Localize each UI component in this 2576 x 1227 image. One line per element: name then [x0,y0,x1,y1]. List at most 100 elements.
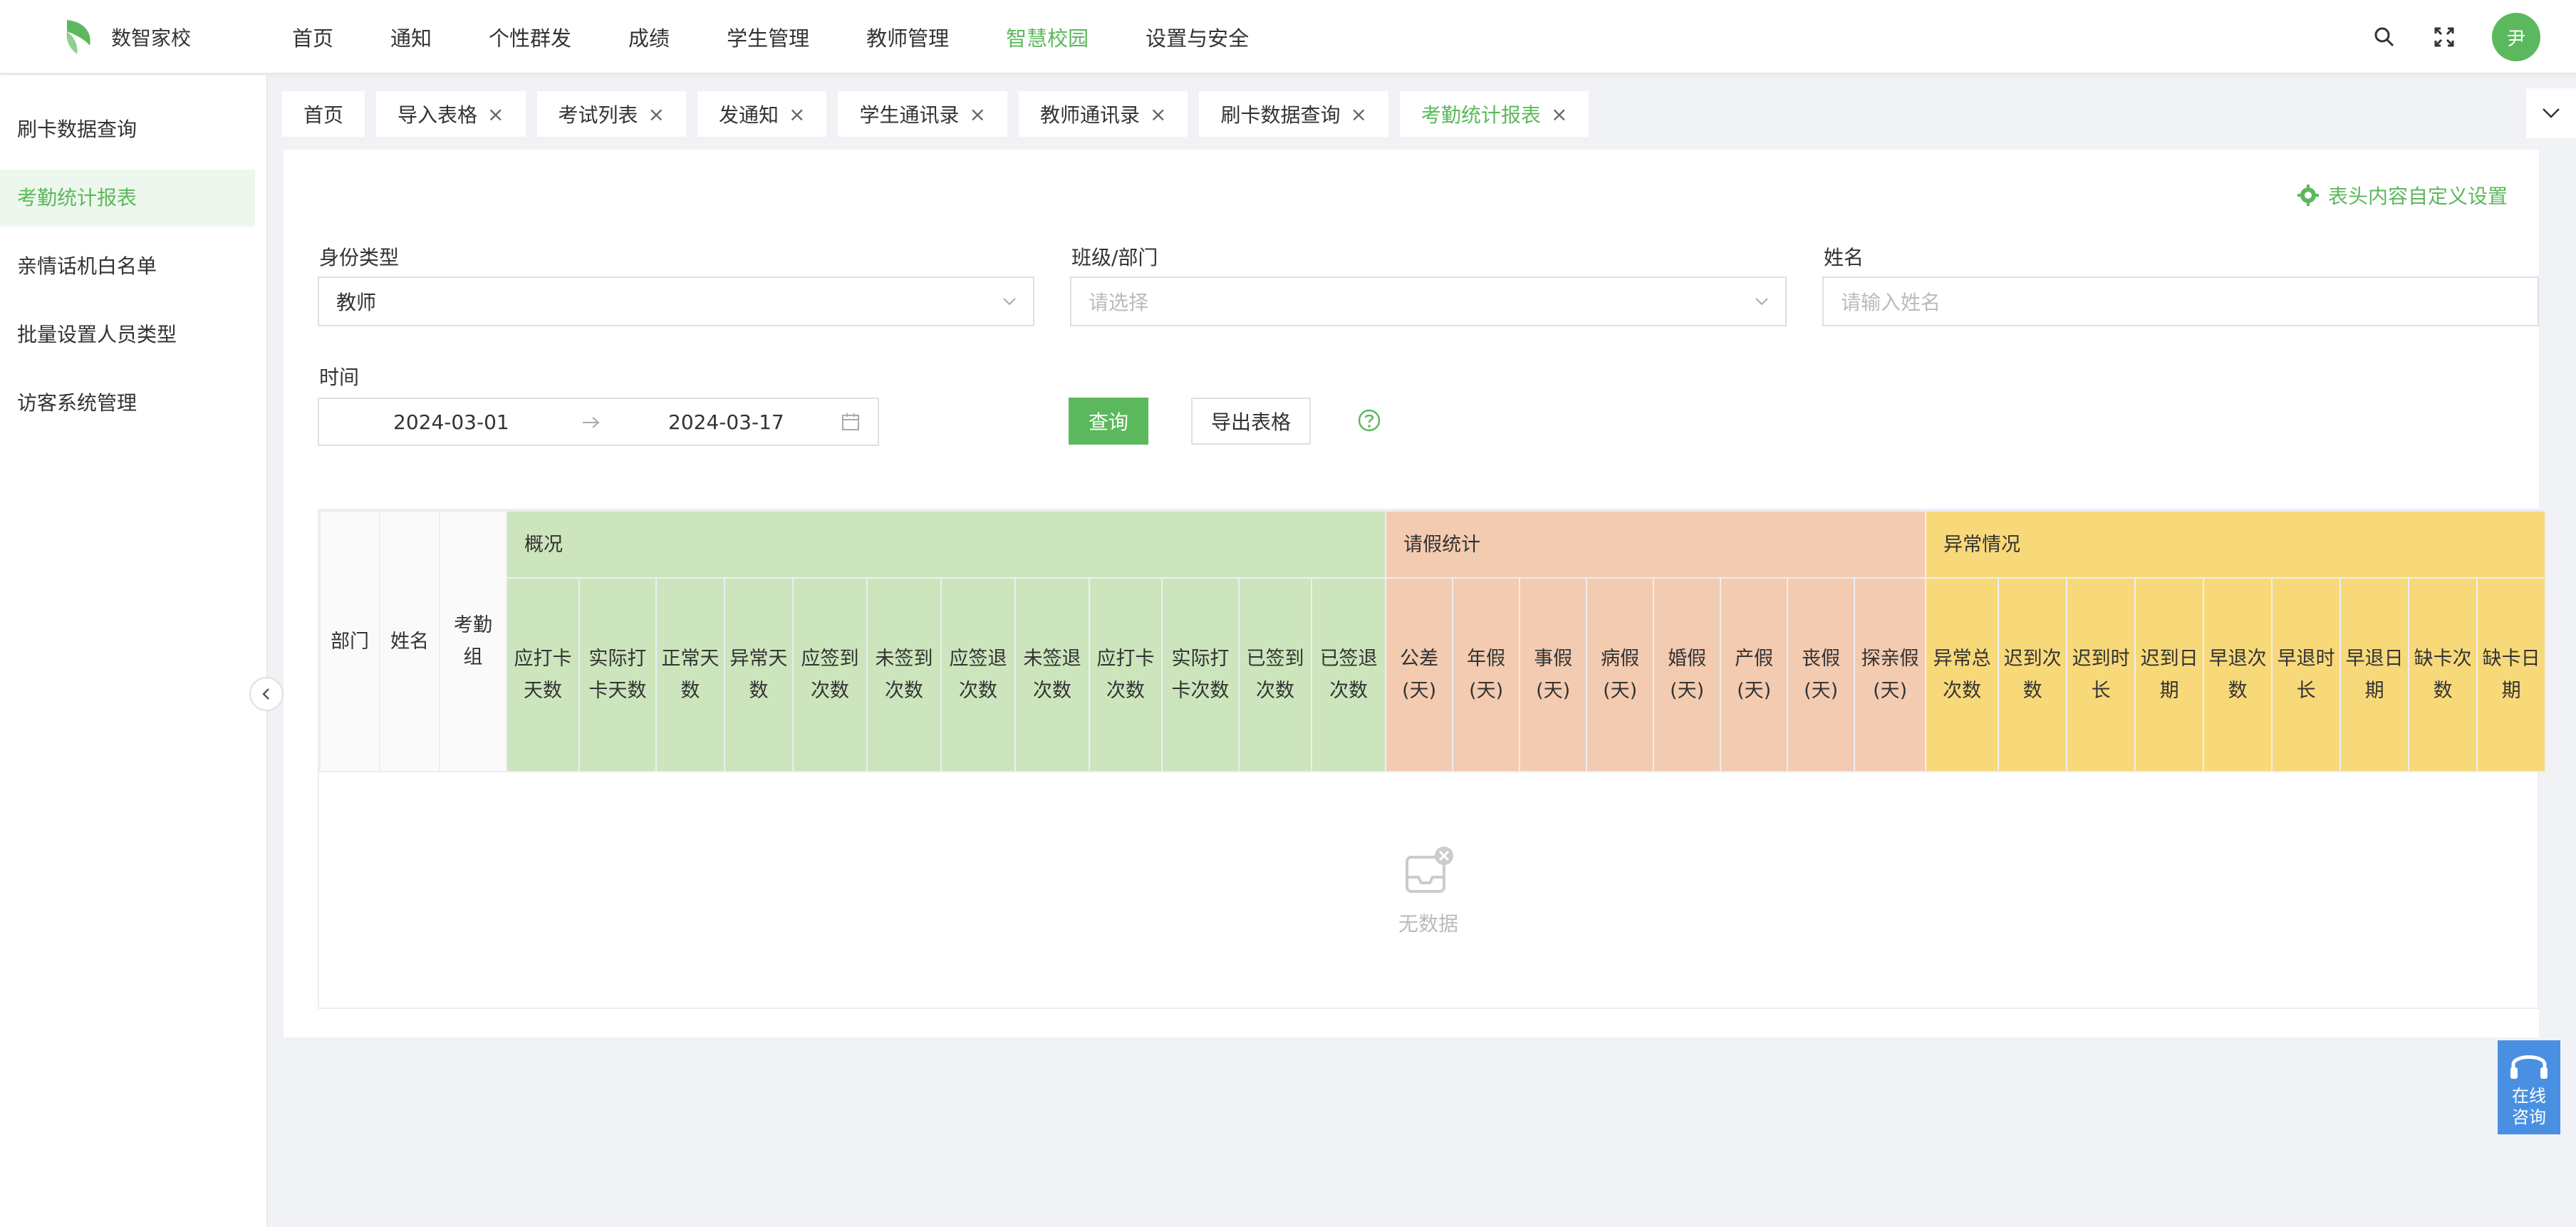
column-header: 迟到日期 [2134,577,2205,772]
tab-3[interactable]: 发通知 × [697,91,827,137]
identity-type-label: 身份类型 [319,246,400,269]
column-header: 年假(天) [1452,577,1521,772]
empty-inbox-icon [1406,847,1453,893]
column-header-base-0: 部门 [319,510,380,772]
empty-state: 无数据 [319,775,2538,1008]
column-header: 丧假(天) [1787,577,1856,772]
export-button[interactable]: 导出表格 [1191,398,1311,445]
time-label: 时间 [319,366,360,389]
column-header: 异常天数 [724,577,794,772]
column-header: 病假(天) [1586,577,1655,772]
close-icon[interactable]: × [969,103,985,126]
close-icon[interactable]: × [648,103,665,126]
column-header: 实际打卡天数 [578,577,657,772]
online-consult-button[interactable]: 在线 咨询 [2498,1040,2560,1134]
tab-5[interactable]: 教师通讯录 × [1018,91,1188,137]
column-header: 实际打卡次数 [1161,577,1240,772]
column-header: 缺卡次数 [2408,577,2478,772]
close-icon[interactable]: × [789,103,805,126]
tab-7[interactable]: 考勤统计报表 × [1399,91,1589,137]
tab-label: 学生通讯录 [859,103,960,127]
class-dept-select[interactable]: 请选择 [1070,276,1787,326]
close-icon[interactable]: × [1150,103,1166,126]
column-header: 已签退次数 [1310,577,1387,772]
column-header-base-2: 考勤组 [439,510,507,772]
column-header: 早退次数 [2203,577,2273,772]
column-header: 迟到次数 [1998,577,2068,772]
custom-setting-label: 表头内容自定义设置 [2327,185,2508,208]
column-header: 异常总次数 [1925,577,2000,772]
report-card: 表头内容自定义设置 身份类型 教师 班级/部门 请选择 姓名 请输入姓名 时间 … [284,150,2547,1037]
consult-line2: 咨询 [2512,1107,2546,1127]
start-date[interactable]: 2024-03-01 [393,410,509,434]
sidebar-item-1[interactable]: 考勤统计报表 [0,170,255,227]
close-icon[interactable]: × [1551,103,1567,126]
tab-label: 首页 [303,103,344,127]
tab-6[interactable]: 刷卡数据查询 × [1199,91,1388,137]
column-header: 缺卡日期 [2476,577,2547,772]
sidebar-item-4[interactable]: 访客系统管理 [0,375,266,432]
tab-label: 考试列表 [558,103,638,127]
page-tabs: 首页 导入表格 × 考试列表 × 发通知 × 学生通讯录 × 教师通讯录 × 刷卡数据查询 × 考勤统计报… [282,91,2562,137]
chevron-down-icon [1003,298,1016,306]
nav-item-1[interactable]: 通知 [390,22,432,52]
fullscreen-icon[interactable] [2432,25,2456,49]
sidebar-item-0[interactable]: 刷卡数据查询 [0,101,266,158]
column-header: 婚假(天) [1653,577,1722,772]
column-header: 已签到次数 [1238,577,1312,772]
search-icon[interactable] [2372,25,2396,49]
column-header-base-1: 姓名 [379,510,440,772]
column-header: 未签退次数 [1014,577,1090,772]
tab-1[interactable]: 导入表格 × [376,91,526,137]
nav-item-5[interactable]: 教师管理 [866,22,949,52]
calendar-icon [842,413,859,430]
sidebar-item-3[interactable]: 批量设置人员类型 [0,306,266,363]
sidebar: 刷卡数据查询 考勤统计报表 亲情话机白名单 批量设置人员类型 访客系统管理 [0,76,268,1227]
column-header: 正常天数 [655,577,725,772]
top-right-tools: 尹 [2372,13,2540,61]
tab-0[interactable]: 首页 [282,91,365,137]
column-header: 早退时长 [2271,577,2342,772]
nav-item-0[interactable]: 首页 [292,22,333,52]
class-dept-label: 班级/部门 [1071,246,1158,269]
headset-icon [2510,1055,2548,1079]
name-input[interactable]: 请输入姓名 [1822,276,2539,326]
query-button[interactable]: 查询 [1069,398,1148,445]
chevron-left-icon [262,688,269,700]
column-group-header-2: 异常情况 [1925,510,2547,579]
tab-label: 教师通讯录 [1039,103,1140,127]
column-header: 应签退次数 [940,577,1016,772]
identity-type-select[interactable]: 教师 [318,276,1034,326]
help-icon[interactable] [1358,409,1381,432]
sidebar-item-2[interactable]: 亲情话机白名单 [0,238,266,295]
tab-4[interactable]: 学生通讯录 × [838,91,1007,137]
collapse-sidebar-button[interactable] [249,677,284,711]
tabs-dropdown-button[interactable] [2526,88,2576,138]
nav-item-7[interactable]: 设置与安全 [1146,22,1249,52]
nav-item-4[interactable]: 学生管理 [727,22,809,52]
arrow-right-icon [583,417,600,428]
top-bar: 数智家校 首页 通知 个性群发 成绩 学生管理 教师管理 智慧校园 设置与安全 尹 [0,0,2576,74]
nav-item-6[interactable]: 智慧校园 [1006,22,1089,52]
chevron-down-icon [1755,298,1768,306]
end-date[interactable]: 2024-03-17 [668,410,784,434]
header-custom-setting-link[interactable]: 表头内容自定义设置 [2297,181,2508,209]
close-icon[interactable]: × [487,103,504,126]
date-range-picker[interactable]: 2024-03-01 2024-03-17 [318,398,879,446]
column-header: 早退日期 [2339,577,2410,772]
empty-text: 无数据 [1398,912,1458,936]
chevron-down-icon [2543,108,2560,118]
nav-item-3[interactable]: 成绩 [628,22,670,52]
leaf-logo-icon [66,20,90,54]
attendance-table: 部门 姓名 考勤组 概况 请假统计 异常情况 应打卡天数 实际打卡天数 正常天数 异常天数 应签到… [318,509,2547,1009]
tab-2[interactable]: 考试列表 × [536,91,686,137]
class-dept-placeholder: 请选择 [1089,291,1149,314]
tab-label: 刷卡数据查询 [1220,103,1341,127]
main-nav: 首页 通知 个性群发 成绩 学生管理 教师管理 智慧校园 设置与安全 [264,0,1277,74]
avatar[interactable]: 尹 [2492,13,2540,61]
app-logo[interactable]: 数智家校 [61,17,191,57]
nav-item-2[interactable]: 个性群发 [489,22,571,52]
close-icon[interactable]: × [1350,103,1366,126]
column-header: 公差(天) [1385,577,1454,772]
column-header: 探亲假(天) [1854,577,1927,772]
